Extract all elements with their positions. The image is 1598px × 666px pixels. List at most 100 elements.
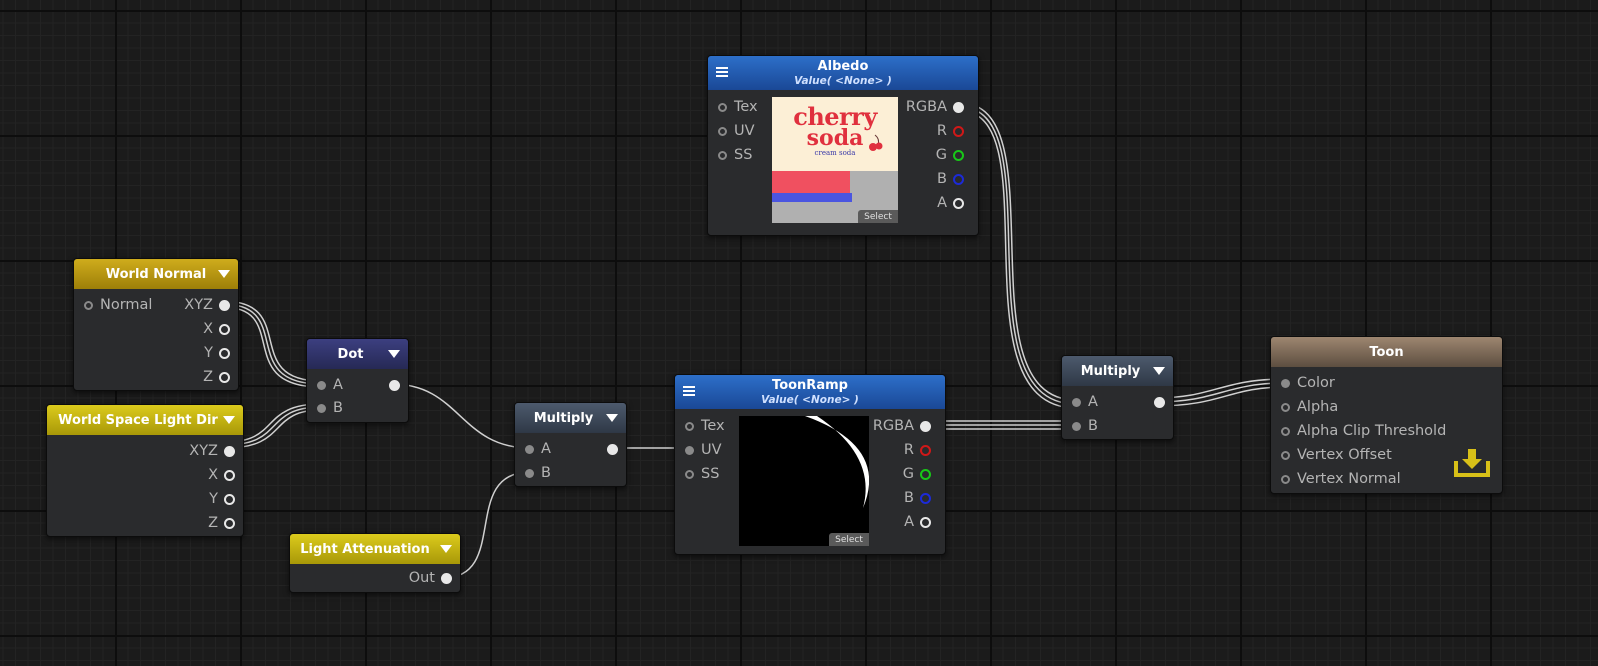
output-port-g[interactable]: G: [903, 464, 931, 484]
port-socket[interactable]: [317, 380, 326, 390]
port-socket[interactable]: [920, 444, 931, 456]
port-socket[interactable]: [224, 445, 235, 457]
port-socket[interactable]: [953, 197, 964, 209]
triangle-down-icon[interactable]: [223, 416, 235, 424]
port-socket[interactable]: [219, 347, 230, 359]
download-tray-icon[interactable]: [1454, 447, 1490, 479]
port-socket[interactable]: [1072, 397, 1081, 407]
input-port-ss[interactable]: SS: [718, 145, 752, 165]
input-port-alpha[interactable]: Alpha: [1281, 397, 1338, 417]
light-dir-header[interactable]: World Space Light Dir: [47, 405, 243, 435]
port-socket[interactable]: [1154, 396, 1165, 408]
output-port-x[interactable]: X: [208, 465, 235, 485]
port-socket[interactable]: [219, 371, 230, 383]
albedo-texture-preview[interactable]: cherry soda cream soda Select: [772, 97, 898, 223]
port-socket[interactable]: [441, 572, 452, 584]
output-port-r[interactable]: R: [904, 440, 931, 460]
output-port[interactable]: [601, 439, 618, 459]
texture-select-button[interactable]: Select: [829, 533, 869, 546]
output-port-z[interactable]: Z: [208, 513, 235, 533]
port-socket[interactable]: [389, 379, 400, 391]
output-port[interactable]: [1148, 392, 1165, 412]
multiply-node-2[interactable]: Multiply A B: [1061, 355, 1174, 440]
port-socket[interactable]: [718, 126, 727, 136]
input-port-normal[interactable]: Normal: [84, 295, 152, 315]
dot-header[interactable]: Dot: [307, 339, 408, 369]
light-attenuation-header[interactable]: Light Attenuation: [290, 534, 460, 564]
port-socket[interactable]: [953, 173, 964, 185]
triangle-down-icon[interactable]: [606, 414, 618, 422]
port-socket[interactable]: [920, 516, 931, 528]
input-port-ss[interactable]: SS: [685, 464, 719, 484]
toon-output-node[interactable]: Toon Color Alpha Alpha Clip Threshold Ve…: [1270, 336, 1503, 494]
port-socket[interactable]: [1281, 474, 1290, 484]
port-socket[interactable]: [920, 468, 931, 480]
albedo-texture-node[interactable]: Albedo Value( <None> ) Tex UV SS cherry …: [707, 55, 979, 236]
output-port-y[interactable]: Y: [204, 343, 230, 363]
port-socket[interactable]: [219, 299, 230, 311]
port-socket[interactable]: [224, 493, 235, 505]
toonramp-header[interactable]: ToonRamp Value( <None> ): [675, 375, 945, 409]
output-port-rgba[interactable]: RGBA: [873, 416, 931, 436]
multiply-node-1[interactable]: Multiply A B: [514, 402, 627, 487]
output-port-b[interactable]: B: [937, 169, 964, 189]
output-port-xyz[interactable]: XYZ: [184, 295, 230, 315]
triangle-down-icon[interactable]: [388, 350, 400, 358]
port-socket[interactable]: [685, 445, 694, 455]
output-port-a[interactable]: A: [937, 193, 964, 213]
input-port-b[interactable]: B: [525, 463, 551, 483]
input-port-a[interactable]: A: [525, 439, 551, 459]
port-socket[interactable]: [224, 517, 235, 529]
output-port-g[interactable]: G: [936, 145, 964, 165]
port-socket[interactable]: [920, 420, 931, 432]
port-socket[interactable]: [718, 102, 727, 112]
port-socket[interactable]: [317, 403, 326, 413]
port-socket[interactable]: [953, 101, 964, 113]
output-port-z[interactable]: Z: [203, 367, 230, 387]
output-port[interactable]: [383, 375, 400, 395]
port-socket[interactable]: [1281, 426, 1290, 436]
input-port-a[interactable]: A: [317, 375, 343, 395]
toonramp-texture-preview[interactable]: Select: [739, 416, 869, 546]
output-port-r[interactable]: R: [937, 121, 964, 141]
triangle-down-icon[interactable]: [218, 270, 230, 278]
input-port-tex[interactable]: Tex: [718, 97, 758, 117]
output-port-a[interactable]: A: [904, 512, 931, 532]
port-socket[interactable]: [920, 492, 931, 504]
port-socket[interactable]: [219, 323, 230, 335]
output-port-b[interactable]: B: [904, 488, 931, 508]
output-port-rgba[interactable]: RGBA: [906, 97, 964, 117]
port-socket[interactable]: [1281, 450, 1290, 460]
world-normal-header[interactable]: World Normal: [74, 259, 238, 289]
port-socket[interactable]: [685, 469, 694, 479]
port-socket[interactable]: [224, 469, 235, 481]
input-port-color[interactable]: Color: [1281, 373, 1335, 393]
output-port-x[interactable]: X: [203, 319, 230, 339]
world-space-light-dir-node[interactable]: World Space Light Dir XYZ X Y Z: [46, 404, 244, 537]
triangle-down-icon[interactable]: [440, 545, 452, 553]
input-port-uv[interactable]: UV: [718, 121, 755, 141]
input-port-uv[interactable]: UV: [685, 440, 722, 460]
input-port-b[interactable]: B: [317, 398, 343, 418]
port-socket[interactable]: [525, 468, 534, 478]
toonramp-texture-node[interactable]: ToonRamp Value( <None> ) Tex UV SS Selec…: [674, 374, 946, 555]
world-normal-node[interactable]: World Normal Normal XYZ X Y Z: [73, 258, 239, 391]
texture-select-button[interactable]: Select: [858, 210, 898, 223]
input-port-alpha-clip-threshold[interactable]: Alpha Clip Threshold: [1281, 421, 1446, 441]
hamburger-menu-icon[interactable]: [716, 67, 728, 77]
port-socket[interactable]: [1281, 378, 1290, 388]
multiply-header[interactable]: Multiply: [1062, 356, 1173, 386]
input-port-vertex-offset[interactable]: Vertex Offset: [1281, 445, 1392, 465]
input-port-vertex-normal[interactable]: Vertex Normal: [1281, 469, 1401, 489]
output-port-out[interactable]: Out: [409, 568, 452, 588]
input-port-a[interactable]: A: [1072, 392, 1098, 412]
port-socket[interactable]: [953, 149, 964, 161]
port-socket[interactable]: [718, 150, 727, 160]
output-port-xyz[interactable]: XYZ: [189, 441, 235, 461]
light-attenuation-node[interactable]: Light Attenuation Out: [289, 533, 461, 593]
port-socket[interactable]: [1072, 421, 1081, 431]
hamburger-menu-icon[interactable]: [683, 386, 695, 396]
triangle-down-icon[interactable]: [1153, 367, 1165, 375]
port-socket[interactable]: [953, 125, 964, 137]
albedo-header[interactable]: Albedo Value( <None> ): [708, 56, 978, 90]
